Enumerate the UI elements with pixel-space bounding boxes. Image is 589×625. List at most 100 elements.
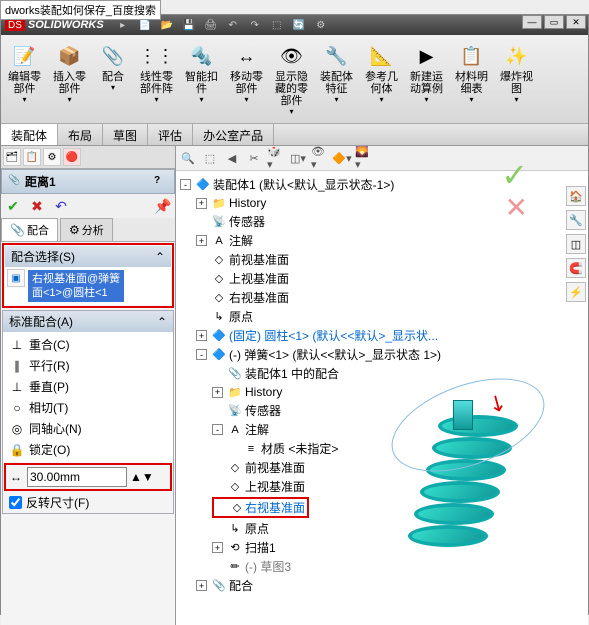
- expand-icon[interactable]: -: [180, 179, 191, 190]
- graphics-area[interactable]: 🔍 ⬚ ◀ ✂ 🎲▾ ◫▾ 👁▾ 🔶▾ 🌄▾ -🔷装配体1 (默认<默认_显示状…: [176, 146, 588, 625]
- mate-option-1[interactable]: ∥平行(R): [5, 355, 171, 376]
- rebuild-icon[interactable]: 🔄: [291, 17, 307, 33]
- spring-model[interactable]: [408, 415, 528, 585]
- tree-item-icon: 🔷: [211, 328, 227, 344]
- back-icon[interactable]: ↶: [52, 197, 70, 215]
- help-icon[interactable]: ?: [154, 175, 168, 189]
- accept-icon[interactable]: ✓: [501, 156, 528, 194]
- pin-icon[interactable]: 📌: [154, 197, 172, 215]
- collapse-icon[interactable]: ⌃: [157, 315, 167, 329]
- expand-icon[interactable]: -: [212, 424, 223, 435]
- toolbar-btn-10[interactable]: 📋材料明细表▾: [450, 39, 493, 119]
- scene-icon[interactable]: 🌄▾: [355, 149, 373, 167]
- spinner-icon[interactable]: ▲▼: [130, 470, 154, 484]
- mate-selection-section: 配合选择(S) ⌃ ▣ 右视基准面@弹簧 面<1>@圆柱<1: [2, 243, 174, 308]
- toolbar-btn-5[interactable]: ↔移动零部件▾: [225, 39, 268, 119]
- mate-selection-header[interactable]: 配合选择(S) ⌃: [5, 246, 171, 267]
- reverse-checkbox-row[interactable]: 反转尺寸(F): [3, 492, 173, 513]
- tree-item-3[interactable]: ◇前视基准面: [196, 250, 584, 269]
- tree-item-2[interactable]: +A注解: [196, 231, 584, 250]
- mate-option-0[interactable]: ⊥重合(C): [5, 334, 171, 355]
- distance-input[interactable]: [27, 467, 127, 487]
- entity-icon[interactable]: ▣: [7, 269, 25, 287]
- config-icon[interactable]: ⚙: [43, 148, 61, 166]
- wrench-icon[interactable]: 🔧: [566, 210, 586, 230]
- collapse-icon[interactable]: ⌃: [155, 250, 165, 264]
- expand-icon[interactable]: +: [196, 235, 207, 246]
- minimize-icon[interactable]: —: [522, 15, 542, 29]
- selected-entities[interactable]: 右视基准面@弹簧 面<1>@圆柱<1: [28, 270, 124, 302]
- toolbar-btn-9[interactable]: ▶新建运动算例▾: [405, 39, 448, 119]
- feature-tree-icon[interactable]: 🗂: [3, 148, 21, 166]
- subtab-0[interactable]: 📎配合: [1, 218, 58, 241]
- window-controls: — ▭ ✕: [522, 15, 586, 29]
- toolbar-btn-4[interactable]: 🔩智能扣件▾: [180, 39, 223, 119]
- tab-1[interactable]: 布局: [58, 124, 103, 145]
- standard-mates-header[interactable]: 标准配合(A) ⌃: [3, 311, 173, 332]
- options-icon[interactable]: ⚙: [313, 17, 329, 33]
- select-icon[interactable]: ⬚: [269, 17, 285, 33]
- tree-item-icon: ✏: [227, 559, 243, 575]
- toolbar-icon: 📎: [99, 42, 127, 70]
- toolbar-btn-2[interactable]: 📎配合▾: [93, 39, 133, 119]
- open-icon[interactable]: 📂: [159, 17, 175, 33]
- magnet-icon[interactable]: 🧲: [566, 258, 586, 278]
- mate-option-4[interactable]: ◎同轴心(N): [5, 418, 171, 439]
- tab-3[interactable]: 评估: [148, 124, 193, 145]
- view-orient-icon[interactable]: 🎲▾: [267, 149, 285, 167]
- expand-icon[interactable]: +: [196, 330, 207, 341]
- mate-option-2[interactable]: ⊥垂直(P): [5, 376, 171, 397]
- toolbar-btn-11[interactable]: ✨爆炸视图▾: [495, 39, 538, 119]
- subtab-1[interactable]: ⚙分析: [60, 218, 113, 241]
- toolbar-btn-8[interactable]: 📐参考几何体▾: [360, 39, 403, 119]
- tab-4[interactable]: 办公室产品: [193, 124, 274, 145]
- pm-icon[interactable]: 📋: [23, 148, 41, 166]
- toolbar-btn-7[interactable]: 🔧装配体特征▾: [315, 39, 358, 119]
- cancel-icon[interactable]: ✖: [28, 197, 46, 215]
- command-toolbar: 📝编辑零部件▾📦插入零部件▾📎配合▾⋮⋮线性零部件阵▾🔩智能扣件▾↔移动零部件▾…: [1, 35, 588, 124]
- tab-0[interactable]: 装配体: [1, 124, 58, 145]
- bolt-icon[interactable]: ⚡: [566, 282, 586, 302]
- section-icon[interactable]: ✂: [245, 149, 263, 167]
- cube-icon[interactable]: ◫: [566, 234, 586, 254]
- expand-icon[interactable]: +: [196, 580, 207, 591]
- tab-2[interactable]: 草图: [103, 124, 148, 145]
- toolbar-btn-3[interactable]: ⋮⋮线性零部件阵▾: [135, 39, 178, 119]
- toolbar-btn-1[interactable]: 📦插入零部件▾: [48, 39, 91, 119]
- tree-item-4[interactable]: ◇上视基准面: [196, 269, 584, 288]
- expand-icon[interactable]: +: [196, 198, 207, 209]
- appearance-icon[interactable]: 🔶▾: [333, 149, 351, 167]
- tree-item-8[interactable]: -🔷(-) 弹簧<1> (默认<<默认>_显示状态 1>): [196, 345, 584, 364]
- zoom-area-icon[interactable]: ⬚: [201, 149, 219, 167]
- model-viewport[interactable]: ↘: [358, 365, 578, 595]
- mate-option-5[interactable]: 🔒锁定(O): [5, 439, 171, 460]
- toolbar-btn-0[interactable]: 📝编辑零部件▾: [3, 39, 46, 119]
- app-logo: SOLIDWORKS: [28, 19, 104, 31]
- appearance-icon[interactable]: 🔴: [63, 148, 81, 166]
- hide-show-icon[interactable]: 👁▾: [311, 149, 329, 167]
- expand-icon[interactable]: +: [212, 387, 223, 398]
- mate-option-3[interactable]: ○相切(T): [5, 397, 171, 418]
- tree-item-5[interactable]: ◇右视基准面: [196, 288, 584, 307]
- redo-icon[interactable]: ↷: [247, 17, 263, 33]
- reject-icon[interactable]: ✕: [505, 191, 528, 224]
- restore-icon[interactable]: ▭: [544, 15, 564, 29]
- tree-item-icon: 📡: [211, 214, 227, 230]
- zoom-fit-icon[interactable]: 🔍: [179, 149, 197, 167]
- pm-title-bar: 📎距离1 ?: [1, 169, 175, 194]
- print-icon[interactable]: 🖨: [203, 17, 219, 33]
- expand-icon[interactable]: +: [212, 542, 223, 553]
- undo-icon[interactable]: ↶: [225, 17, 241, 33]
- ok-icon[interactable]: ✔: [4, 197, 22, 215]
- close-icon[interactable]: ✕: [566, 15, 586, 29]
- display-style-icon[interactable]: ◫▾: [289, 149, 307, 167]
- toolbar-btn-6[interactable]: 👁显示隐藏的零部件▾: [270, 39, 313, 119]
- prev-view-icon[interactable]: ◀: [223, 149, 241, 167]
- home-icon[interactable]: 🏠: [566, 186, 586, 206]
- reverse-checkbox[interactable]: [9, 496, 22, 509]
- save-icon[interactable]: 💾: [181, 17, 197, 33]
- mate-type-icon: ◎: [9, 421, 25, 437]
- expand-icon[interactable]: -: [196, 349, 207, 360]
- tree-item-6[interactable]: ↳原点: [196, 307, 584, 326]
- tree-item-7[interactable]: +🔷(固定) 圆柱<1> (默认<<默认>_显示状...: [196, 326, 584, 345]
